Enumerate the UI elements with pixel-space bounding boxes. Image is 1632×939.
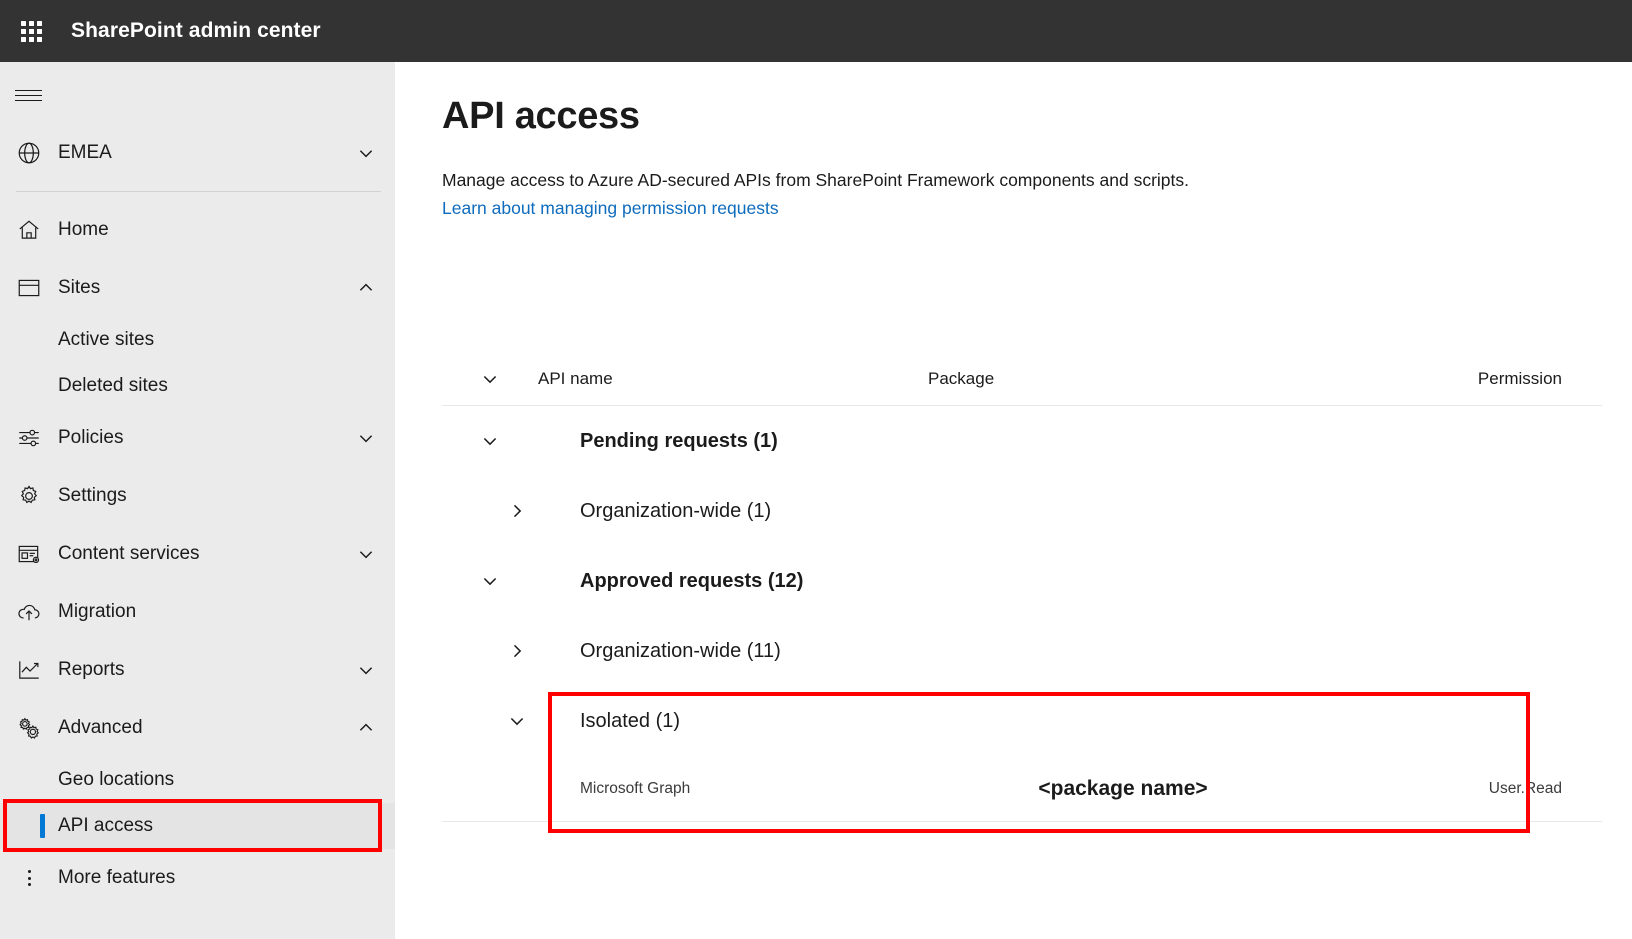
chevron-down-icon[interactable] [442,571,538,591]
group-row-pending-requests[interactable]: Pending requests (1) [442,406,1602,476]
sidebar-item-label-policies: Policies [58,427,124,448]
table-row[interactable]: Microsoft Graph <package name> User.Read [442,756,1602,822]
app-launcher-icon [20,20,42,42]
sidebar-item-settings[interactable]: Settings [0,467,395,525]
cell-api-name: Microsoft Graph [580,779,691,797]
sidebar-item-deleted-sites[interactable]: Deleted sites [0,363,395,409]
sidebar-item-label-migration: Migration [58,601,137,622]
table-header-row: API name Package Permission [442,352,1602,406]
sidebar-item-advanced[interactable]: Advanced [0,699,395,757]
column-header-package[interactable]: Package [928,369,1318,389]
group-row-approved-requests[interactable]: Approved requests (12) [442,546,1602,616]
gear-icon [10,477,48,515]
more-vertical-icon [10,859,48,897]
group-row-approved-organization-wide[interactable]: Organization-wide (11) [442,616,1602,686]
chevron-down-icon[interactable] [355,142,377,164]
sidebar-item-label-content-services: Content services [58,543,200,564]
sidebar-item-reports[interactable]: Reports [0,641,395,699]
cloud-upload-icon [10,593,48,631]
home-icon [10,211,48,249]
chevron-down-icon[interactable] [355,427,377,449]
group-label-approved-organization-wide: Organization-wide (11) [580,639,781,662]
sidebar-item-geo[interactable]: EMEA [0,124,395,182]
app-launcher-button[interactable] [0,0,62,62]
sidebar-item-more-features[interactable]: More features [0,849,395,907]
chevron-right-icon[interactable] [442,501,538,521]
chevron-down-icon[interactable] [442,431,538,451]
sidebar-item-migration[interactable]: Migration [0,583,395,641]
sidebar-item-label-home: Home [58,219,109,240]
chevron-right-icon[interactable] [442,641,538,661]
sidebar-item-label-deleted-sites: Deleted sites [58,375,168,396]
sidebar-item-label-geo-locations: Geo locations [58,769,175,790]
sidebar-item-api-access[interactable]: API access [0,803,395,849]
column-header-api-name[interactable]: API name [538,369,928,389]
chevron-down-icon[interactable] [442,711,538,731]
chevron-up-icon[interactable] [355,717,377,739]
chart-line-icon [10,651,48,689]
globe-icon [10,134,48,172]
api-access-table: API name Package Permission Pending requ… [442,352,1602,822]
sidebar-item-active-sites[interactable]: Active sites [0,317,395,363]
suite-bar: SharePoint admin center [0,0,1632,62]
policies-icon [10,419,48,457]
expand-all-toggle[interactable] [442,369,538,389]
sidebar-item-label-sites: Sites [58,277,101,298]
main-content: API access Manage access to Azure AD-sec… [395,62,1632,939]
sidebar-item-label-active-sites: Active sites [58,329,155,350]
sidebar-divider [16,191,381,192]
chevron-down-icon[interactable] [355,659,377,681]
group-label-pending-requests: Pending requests (1) [580,429,778,452]
content-services-icon [10,535,48,573]
hamburger-menu-button[interactable] [0,68,56,124]
chevron-down-icon[interactable] [355,543,377,565]
group-label-pending-organization-wide: Organization-wide (1) [580,499,772,522]
learn-more-link[interactable]: Learn about managing permission requests [442,198,779,219]
page-title: API access [442,95,640,137]
suite-title: SharePoint admin center [71,19,321,42]
sidebar-item-label-advanced: Advanced [58,717,143,738]
group-row-isolated[interactable]: Isolated (1) [442,686,1602,756]
sidebar-navigation: EMEA Home Sites Active sites Deleted sit… [0,62,395,939]
sidebar-item-label-geo: EMEA [58,142,112,163]
group-label-approved-requests: Approved requests (12) [580,569,804,592]
sidebar-item-geo-locations[interactable]: Geo locations [0,757,395,803]
sidebar-item-label-settings: Settings [58,485,127,506]
sidebar-item-label-api-access: API access [58,815,154,836]
sidebar-item-policies[interactable]: Policies [0,409,395,467]
cell-permission: User.Read [1488,779,1562,797]
sidebar-item-label-reports: Reports [58,659,125,680]
group-label-isolated: Isolated (1) [580,709,681,732]
sidebar-item-label-more-features: More features [58,867,176,888]
cell-package: <package name> [1038,776,1208,800]
sites-icon [10,269,48,307]
advanced-gears-icon [10,709,48,747]
column-header-permission[interactable]: Permission [1318,369,1602,389]
sidebar-item-sites[interactable]: Sites [0,259,395,317]
group-row-pending-organization-wide[interactable]: Organization-wide (1) [442,476,1602,546]
selection-indicator [40,814,45,838]
sidebar-item-home[interactable]: Home [0,201,395,259]
hamburger-menu-icon [14,90,42,102]
page-description: Manage access to Azure AD-secured APIs f… [442,170,1190,190]
chevron-up-icon[interactable] [355,277,377,299]
sidebar-item-content-services[interactable]: Content services [0,525,395,583]
